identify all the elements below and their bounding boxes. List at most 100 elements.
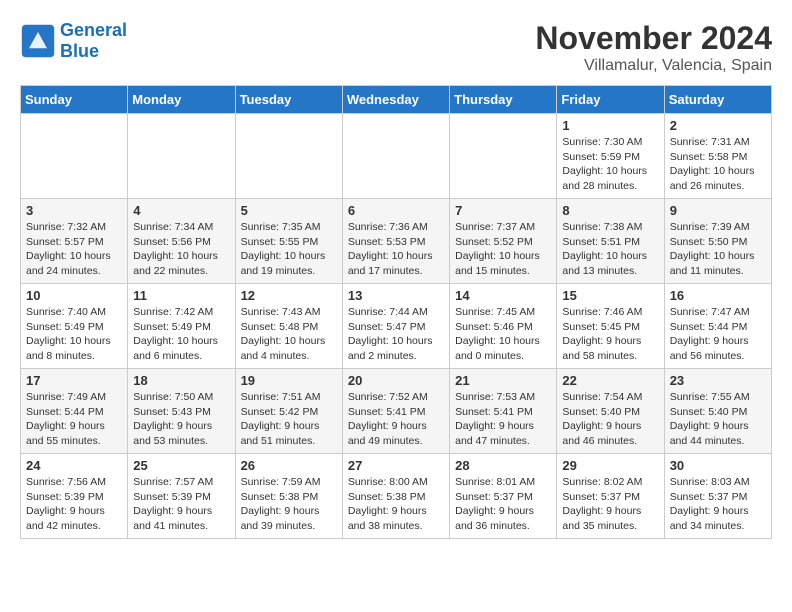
calendar-table: SundayMondayTuesdayWednesdayThursdayFrid… <box>20 85 772 539</box>
calendar-header: SundayMondayTuesdayWednesdayThursdayFrid… <box>21 86 772 114</box>
day-info: Sunrise: 7:47 AMSunset: 5:44 PMDaylight:… <box>670 305 766 364</box>
day-number: 25 <box>133 458 229 473</box>
day-number: 28 <box>455 458 551 473</box>
day-number: 12 <box>241 288 337 303</box>
weekday-header-monday: Monday <box>128 86 235 114</box>
calendar-cell: 2Sunrise: 7:31 AMSunset: 5:58 PMDaylight… <box>664 114 771 199</box>
day-info: Sunrise: 8:00 AMSunset: 5:38 PMDaylight:… <box>348 475 444 534</box>
calendar-cell: 27 Sunrise: 8:00 AMSunset: 5:38 PMDayligh… <box>342 454 449 539</box>
day-number: 19 <box>241 373 337 388</box>
calendar-cell: 13 Sunrise: 7:44 AMSunset: 5:47 PMDayligh… <box>342 284 449 369</box>
calendar-week-5: 24 Sunrise: 7:56 AMSunset: 5:39 PMDayligh… <box>21 454 772 539</box>
day-number: 30 <box>670 458 766 473</box>
weekday-header-thursday: Thursday <box>450 86 557 114</box>
day-info: Sunrise: 7:35 AMSunset: 5:55 PMDaylight:… <box>241 220 337 279</box>
day-info: Sunrise: 7:49 AMSunset: 5:44 PMDaylight:… <box>26 390 122 449</box>
title-area: November 2024 Villamalur, Valencia, Spai… <box>535 20 772 75</box>
calendar-cell: 21 Sunrise: 7:53 AMSunset: 5:41 PMDayligh… <box>450 369 557 454</box>
page-header: General Blue November 2024 Villamalur, V… <box>20 20 772 75</box>
day-info: Sunrise: 7:43 AMSunset: 5:48 PMDaylight:… <box>241 305 337 364</box>
day-info: Sunrise: 7:34 AMSunset: 5:56 PMDaylight:… <box>133 220 229 279</box>
day-number: 22 <box>562 373 658 388</box>
day-info: Sunrise: 7:59 AMSunset: 5:38 PMDaylight:… <box>241 475 337 534</box>
calendar-cell: 8Sunrise: 7:38 AMSunset: 5:51 PMDaylight… <box>557 199 664 284</box>
day-number: 18 <box>133 373 229 388</box>
calendar-cell: 9 Sunrise: 7:39 AMSunset: 5:50 PMDaylight… <box>664 199 771 284</box>
calendar-cell: 20Sunrise: 7:52 AMSunset: 5:41 PMDayligh… <box>342 369 449 454</box>
logo-text: General Blue <box>60 20 127 62</box>
day-number: 14 <box>455 288 551 303</box>
calendar-cell: 4 Sunrise: 7:34 AMSunset: 5:56 PMDaylight… <box>128 199 235 284</box>
day-number: 7 <box>455 203 551 218</box>
calendar-week-1: 1 Sunrise: 7:30 AMSunset: 5:59 PMDaylight… <box>21 114 772 199</box>
day-number: 2 <box>670 118 766 133</box>
calendar-cell: 1 Sunrise: 7:30 AMSunset: 5:59 PMDaylight… <box>557 114 664 199</box>
calendar-cell: 17 Sunrise: 7:49 AMSunset: 5:44 PMDayligh… <box>21 369 128 454</box>
day-info: Sunrise: 7:32 AMSunset: 5:57 PMDaylight:… <box>26 220 122 279</box>
calendar-cell: 22Sunrise: 7:54 AMSunset: 5:40 PMDayligh… <box>557 369 664 454</box>
day-number: 13 <box>348 288 444 303</box>
weekday-header-sunday: Sunday <box>21 86 128 114</box>
calendar-cell: 24 Sunrise: 7:56 AMSunset: 5:39 PMDayligh… <box>21 454 128 539</box>
calendar-cell: 15Sunrise: 7:46 AMSunset: 5:45 PMDayligh… <box>557 284 664 369</box>
day-number: 15 <box>562 288 658 303</box>
day-number: 16 <box>670 288 766 303</box>
calendar-week-2: 3 Sunrise: 7:32 AMSunset: 5:57 PMDaylight… <box>21 199 772 284</box>
calendar-cell: 7 Sunrise: 7:37 AMSunset: 5:52 PMDaylight… <box>450 199 557 284</box>
day-number: 3 <box>26 203 122 218</box>
calendar-cell: 12 Sunrise: 7:43 AMSunset: 5:48 PMDayligh… <box>235 284 342 369</box>
day-info: Sunrise: 7:44 AMSunset: 5:47 PMDaylight:… <box>348 305 444 364</box>
day-info: Sunrise: 7:50 AMSunset: 5:43 PMDaylight:… <box>133 390 229 449</box>
day-number: 1 <box>562 118 658 133</box>
day-number: 4 <box>133 203 229 218</box>
calendar-cell: 11Sunrise: 7:42 AMSunset: 5:49 PMDayligh… <box>128 284 235 369</box>
day-number: 17 <box>26 373 122 388</box>
calendar-cell: 16 Sunrise: 7:47 AMSunset: 5:44 PMDayligh… <box>664 284 771 369</box>
day-number: 10 <box>26 288 122 303</box>
day-info: Sunrise: 7:55 AMSunset: 5:40 PMDaylight:… <box>670 390 766 449</box>
day-info: Sunrise: 7:36 AMSunset: 5:53 PMDaylight:… <box>348 220 444 279</box>
calendar-cell: 3 Sunrise: 7:32 AMSunset: 5:57 PMDaylight… <box>21 199 128 284</box>
calendar-cell: 29Sunrise: 8:02 AMSunset: 5:37 PMDayligh… <box>557 454 664 539</box>
calendar-cell: 5 Sunrise: 7:35 AMSunset: 5:55 PMDaylight… <box>235 199 342 284</box>
day-number: 21 <box>455 373 551 388</box>
logo: General Blue <box>20 20 127 62</box>
day-info: Sunrise: 7:37 AMSunset: 5:52 PMDaylight:… <box>455 220 551 279</box>
logo-icon <box>20 23 56 59</box>
day-number: 23 <box>670 373 766 388</box>
day-info: Sunrise: 8:03 AMSunset: 5:37 PMDaylight:… <box>670 475 766 534</box>
day-info: Sunrise: 7:39 AMSunset: 5:50 PMDaylight:… <box>670 220 766 279</box>
day-number: 5 <box>241 203 337 218</box>
day-info: Sunrise: 7:53 AMSunset: 5:41 PMDaylight:… <box>455 390 551 449</box>
day-info: Sunrise: 7:45 AMSunset: 5:46 PMDaylight:… <box>455 305 551 364</box>
weekday-row: SundayMondayTuesdayWednesdayThursdayFrid… <box>21 86 772 114</box>
day-info: Sunrise: 7:56 AMSunset: 5:39 PMDaylight:… <box>26 475 122 534</box>
month-title: November 2024 <box>535 20 772 57</box>
weekday-header-wednesday: Wednesday <box>342 86 449 114</box>
day-number: 24 <box>26 458 122 473</box>
calendar-cell <box>235 114 342 199</box>
day-info: Sunrise: 7:51 AMSunset: 5:42 PMDaylight:… <box>241 390 337 449</box>
weekday-header-saturday: Saturday <box>664 86 771 114</box>
calendar-cell: 10 Sunrise: 7:40 AMSunset: 5:49 PMDayligh… <box>21 284 128 369</box>
day-info: Sunrise: 7:30 AMSunset: 5:59 PMDaylight:… <box>562 135 658 194</box>
day-number: 27 <box>348 458 444 473</box>
day-number: 9 <box>670 203 766 218</box>
calendar-cell: 19 Sunrise: 7:51 AMSunset: 5:42 PMDayligh… <box>235 369 342 454</box>
calendar-cell <box>342 114 449 199</box>
day-info: Sunrise: 8:01 AMSunset: 5:37 PMDaylight:… <box>455 475 551 534</box>
calendar-cell: 6Sunrise: 7:36 AMSunset: 5:53 PMDaylight… <box>342 199 449 284</box>
calendar-cell: 25Sunrise: 7:57 AMSunset: 5:39 PMDayligh… <box>128 454 235 539</box>
calendar-cell: 14 Sunrise: 7:45 AMSunset: 5:46 PMDayligh… <box>450 284 557 369</box>
calendar-cell: 30 Sunrise: 8:03 AMSunset: 5:37 PMDayligh… <box>664 454 771 539</box>
calendar-cell: 26Sunrise: 7:59 AMSunset: 5:38 PMDayligh… <box>235 454 342 539</box>
day-number: 8 <box>562 203 658 218</box>
day-number: 29 <box>562 458 658 473</box>
calendar-cell: 18 Sunrise: 7:50 AMSunset: 5:43 PMDayligh… <box>128 369 235 454</box>
day-number: 20 <box>348 373 444 388</box>
calendar-body: 1 Sunrise: 7:30 AMSunset: 5:59 PMDaylight… <box>21 114 772 539</box>
calendar-cell: 28 Sunrise: 8:01 AMSunset: 5:37 PMDayligh… <box>450 454 557 539</box>
day-info: Sunrise: 7:40 AMSunset: 5:49 PMDaylight:… <box>26 305 122 364</box>
location: Villamalur, Valencia, Spain <box>535 57 772 75</box>
calendar-cell <box>21 114 128 199</box>
